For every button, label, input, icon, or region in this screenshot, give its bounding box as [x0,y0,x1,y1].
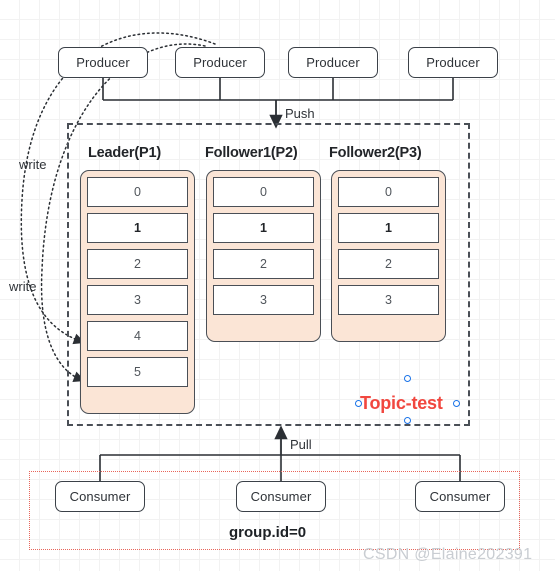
producer-label: Producer [306,55,360,70]
producer-node[interactable]: Producer [175,47,265,78]
group-id-label: group.id=0 [229,524,307,541]
partition-cell: 2 [213,249,314,279]
write-label-upper: write [19,157,47,172]
consumer-label: Consumer [429,489,491,504]
pull-label: Pull [290,437,312,452]
cell-value: 3 [260,293,267,307]
cell-value: 3 [134,293,141,307]
selection-handle-bottom[interactable] [404,417,411,424]
cell-value: 2 [260,257,267,271]
partition-follower1: 0 1 2 3 [206,170,321,342]
cell-value: 1 [260,221,267,235]
cell-value: 0 [134,185,141,199]
cell-value: 1 [385,221,392,235]
consumer-node[interactable]: Consumer [55,481,145,512]
producer-label: Producer [426,55,480,70]
partition-cell: 5 [87,357,188,387]
selection-handle-left[interactable] [355,400,362,407]
producer-node[interactable]: Producer [408,47,498,78]
partition-cell: 1 [87,213,188,243]
partition-title-follower2: Follower2(P3) [329,145,422,161]
consumer-label: Consumer [250,489,312,504]
partition-follower2: 0 1 2 3 [331,170,446,342]
partition-cell: 3 [87,285,188,315]
producer-node[interactable]: Producer [288,47,378,78]
push-label: Push [285,106,315,121]
partition-cell: 2 [338,249,439,279]
cell-value: 0 [260,185,267,199]
cell-value: 0 [385,185,392,199]
partition-cell: 1 [338,213,439,243]
cell-value: 4 [134,329,141,343]
partition-cell: 4 [87,321,188,351]
cell-value: 1 [134,221,141,235]
partition-cell: 0 [87,177,188,207]
cell-value: 3 [385,293,392,307]
producer-label: Producer [193,55,247,70]
partition-cell: 1 [213,213,314,243]
write-label-lower: write [9,279,37,294]
producer-bus [102,78,454,101]
partition-cell: 3 [338,285,439,315]
producer-node[interactable]: Producer [58,47,148,78]
consumer-node[interactable]: Consumer [236,481,326,512]
partition-cell: 2 [87,249,188,279]
cell-value: 5 [134,365,141,379]
producer-label: Producer [76,55,130,70]
cell-value: 2 [134,257,141,271]
watermark-text: CSDN @Elaine202391 [363,546,533,563]
partition-cell: 3 [213,285,314,315]
topic-test-label[interactable]: Topic-test [360,393,443,414]
partition-title-leader: Leader(P1) [88,145,161,161]
consumer-node[interactable]: Consumer [415,481,505,512]
diagram-canvas: Producer Producer Producer Producer Push… [0,0,555,571]
consumer-label: Consumer [69,489,131,504]
partition-leader: 0 1 2 3 4 5 [80,170,195,414]
selection-handle-right[interactable] [453,400,460,407]
cell-value: 2 [385,257,392,271]
selection-handle-top[interactable] [404,375,411,382]
partition-cell: 0 [213,177,314,207]
partition-cell: 0 [338,177,439,207]
partition-title-follower1: Follower1(P2) [205,145,298,161]
